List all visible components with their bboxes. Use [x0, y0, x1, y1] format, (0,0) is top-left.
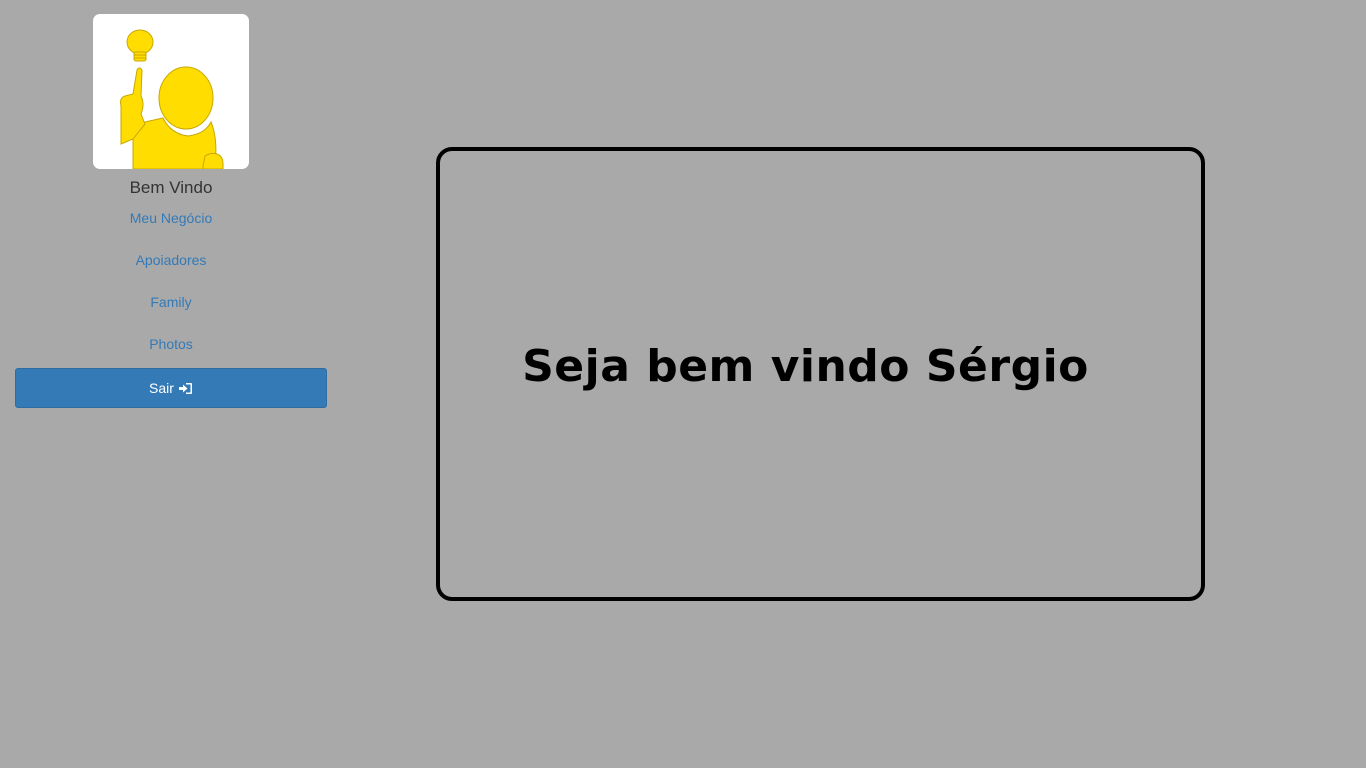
light-bulb-icon [126, 29, 154, 62]
logout-button-label: Sair [149, 380, 174, 396]
sidebar-item-label: Meu Negócio [129, 210, 213, 226]
idea-person-illustration [120, 29, 224, 169]
welcome-panel: Seja bem vindo Sérgio [436, 147, 1205, 601]
avatar [93, 14, 249, 169]
sign-in-icon [178, 382, 193, 395]
sidebar-item-family[interactable]: Family [15, 294, 327, 336]
page: Bem Vindo Meu Negócio Apoiadores Family … [0, 0, 1366, 768]
welcome-message: Seja bem vindo Sérgio [522, 340, 1089, 392]
sidebar-item-label: Family [150, 294, 192, 310]
sidebar: Bem Vindo Meu Negócio Apoiadores Family … [15, 14, 327, 408]
logout-button[interactable]: Sair [15, 368, 327, 408]
welcome-label: Bem Vindo [129, 178, 213, 197]
sidebar-item-apoiadores[interactable]: Apoiadores [15, 252, 327, 294]
sidebar-item-meu-negocio[interactable]: Meu Negócio [15, 210, 327, 252]
sidebar-item-label: Photos [149, 336, 193, 352]
sidebar-nav: Meu Negócio Apoiadores Family Photos [15, 210, 327, 378]
sidebar-item-label: Apoiadores [135, 252, 207, 268]
